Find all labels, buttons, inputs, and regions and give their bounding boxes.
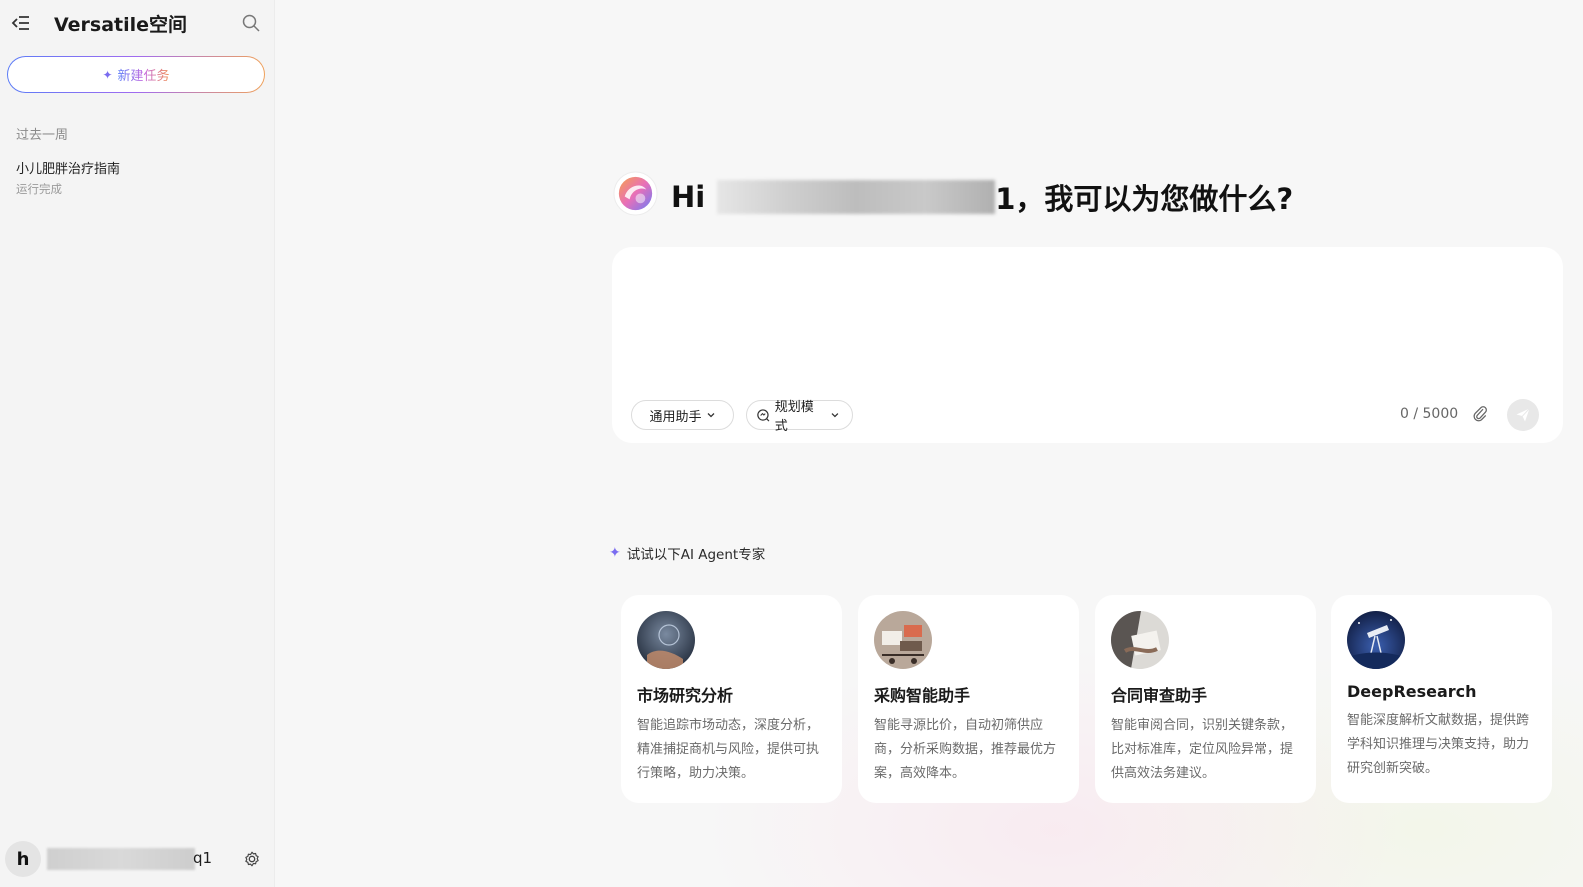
- agent-card-title: 采购智能助手: [874, 686, 971, 705]
- agent-card-title: 合同审查助手: [1111, 686, 1208, 705]
- settings-icon[interactable]: [243, 850, 261, 868]
- char-counter: 0 / 5000: [1400, 406, 1459, 422]
- chevron-down-icon: [707, 413, 714, 418]
- contract-review-avatar: [1111, 611, 1169, 669]
- new-task-label: 新建任务: [118, 65, 170, 84]
- agent-card-title: 市场研究分析: [637, 686, 734, 705]
- send-icon: [1516, 408, 1530, 422]
- avatar[interactable]: h: [5, 841, 41, 877]
- history-item-status: 运行完成: [16, 182, 62, 196]
- new-task-button[interactable]: ✦ 新建任务: [7, 56, 265, 93]
- attach-icon[interactable]: [1471, 405, 1489, 423]
- user-name-redacted: [47, 848, 195, 870]
- main-area: Hi 1，我可以为您做什么? 通用助手 规划模式 0 / 5000 ✦ 试试以下…: [275, 0, 1583, 887]
- agents-heading: ✦ 试试以下AI Agent专家: [609, 543, 765, 563]
- agent-card-description: 智能追踪市场动态，深度分析，精准捕捉商机与风险，提供可执行策略，助力决策。: [637, 718, 820, 781]
- chat-composer: 通用助手 规划模式 0 / 5000: [612, 247, 1563, 443]
- market-research-avatar: [637, 611, 695, 669]
- agent-card-contract-review[interactable]: 合同审查助手 智能审阅合同，识别关键条款，比对标准库，定位风险异常，提供高效法务…: [1095, 595, 1316, 803]
- sparkle-icon: ✦: [609, 545, 621, 561]
- user-name-suffix: q1: [193, 849, 213, 867]
- user-footer: h q1: [0, 838, 275, 882]
- agent-card-title: DeepResearch: [1347, 682, 1477, 701]
- planning-mode-icon: [757, 408, 770, 421]
- send-button[interactable]: [1507, 399, 1539, 431]
- mode-select[interactable]: 规划模式: [746, 400, 853, 434]
- greeting-suffix: 1，我可以为您做什么?: [995, 182, 1294, 216]
- agent-card-procurement[interactable]: 采购智能助手 智能寻源比价，自动初筛供应商，分析采购数据，推荐最优方案，高效降本…: [858, 595, 1079, 803]
- greeting-prefix: Hi: [671, 180, 706, 214]
- agents-heading-text: 试试以下AI Agent专家: [626, 547, 766, 563]
- agent-card-description: 智能深度解析文献数据，提供跨学科知识推理与决策支持，助力研究创新突破。: [1347, 713, 1530, 776]
- history-item-title: 小儿肥胖治疗指南: [16, 162, 121, 177]
- chevron-down-icon: [831, 413, 839, 418]
- agent-card-description: 智能寻源比价，自动初筛供应商，分析采购数据，推荐最优方案，高效降本。: [874, 718, 1057, 781]
- mode-select-label: 规划模式: [774, 400, 814, 434]
- agent-card-deepresearch[interactable]: DeepResearch 智能深度解析文献数据，提供跨学科知识推理与决策支持，助…: [1331, 595, 1552, 803]
- user-name-redacted: [717, 180, 996, 214]
- sidebar-header: Versatile空间: [0, 0, 275, 46]
- app-title: Versatile空间: [54, 14, 188, 36]
- assistant-select-label: 通用助手: [649, 409, 702, 425]
- greeting-heading: Hi 1，我可以为您做什么?: [671, 176, 1293, 218]
- deepresearch-avatar: [1347, 611, 1405, 669]
- collapse-sidebar-icon[interactable]: [11, 13, 31, 33]
- history-section-label: 过去一周: [16, 128, 69, 143]
- sidebar: Versatile空间 ✦ 新建任务 过去一周 小儿肥胖治疗指南 运行完成 h …: [0, 0, 275, 887]
- history-item[interactable]: 小儿肥胖治疗指南 运行完成: [8, 152, 266, 200]
- prompt-input[interactable]: [632, 265, 1532, 385]
- search-icon[interactable]: [241, 13, 261, 33]
- sparkle-icon: ✦: [102, 67, 113, 82]
- procurement-avatar: [874, 611, 932, 669]
- agent-card-description: 智能审阅合同，识别关键条款，比对标准库，定位风险异常，提供高效法务建议。: [1111, 718, 1294, 781]
- assistant-select[interactable]: 通用助手: [631, 400, 734, 430]
- assistant-logo-icon: [613, 171, 658, 216]
- agent-card-market-research[interactable]: 市场研究分析 智能追踪市场动态，深度分析，精准捕捉商机与风险，提供可执行策略，助…: [621, 595, 842, 803]
